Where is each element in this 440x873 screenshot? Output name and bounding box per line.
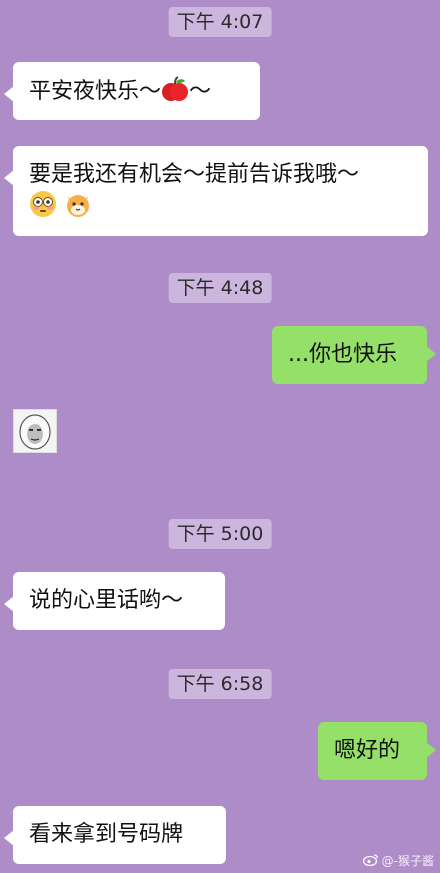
apple-emoji-icon bbox=[161, 76, 189, 108]
incoming-message-bubble[interactable]: 平安夜快乐～ ～ bbox=[4, 62, 260, 120]
outgoing-message-bubble[interactable]: ...你也快乐 bbox=[272, 326, 436, 384]
message-text: 嗯好的 bbox=[334, 738, 401, 763]
meme-face-sticker[interactable] bbox=[13, 409, 57, 453]
watermark-text: @-猴子酱 bbox=[381, 854, 434, 868]
emoji-row bbox=[29, 190, 412, 220]
message-text: 要是我还有机会～提前告诉我哦～ bbox=[29, 162, 360, 187]
outgoing-message-bubble[interactable]: 嗯好的 bbox=[318, 722, 436, 780]
flushed-face-emoji-icon bbox=[29, 190, 57, 227]
weibo-icon bbox=[362, 853, 379, 869]
incoming-message-bubble[interactable]: 看来拿到号码牌 bbox=[4, 806, 226, 864]
watermark: @-猴子酱 bbox=[362, 852, 434, 869]
cat-face-emoji-icon bbox=[64, 190, 92, 227]
message-text: 平安夜快乐～ bbox=[29, 79, 162, 104]
meme-face-icon bbox=[19, 414, 51, 450]
message-suffix: ～ bbox=[189, 79, 212, 104]
timestamp: 下午 4:48 bbox=[168, 273, 272, 303]
timestamp: 下午 5:00 bbox=[168, 519, 272, 549]
message-text: 看来拿到号码牌 bbox=[29, 822, 184, 847]
message-text: ...你也快乐 bbox=[288, 342, 397, 367]
incoming-message-bubble[interactable]: 说的心里话哟～ bbox=[4, 572, 225, 630]
incoming-message-bubble[interactable]: 要是我还有机会～提前告诉我哦～ bbox=[4, 146, 428, 236]
timestamp: 下午 4:07 bbox=[168, 7, 272, 37]
message-text: 说的心里话哟～ bbox=[29, 588, 184, 613]
timestamp: 下午 6:58 bbox=[168, 669, 272, 699]
